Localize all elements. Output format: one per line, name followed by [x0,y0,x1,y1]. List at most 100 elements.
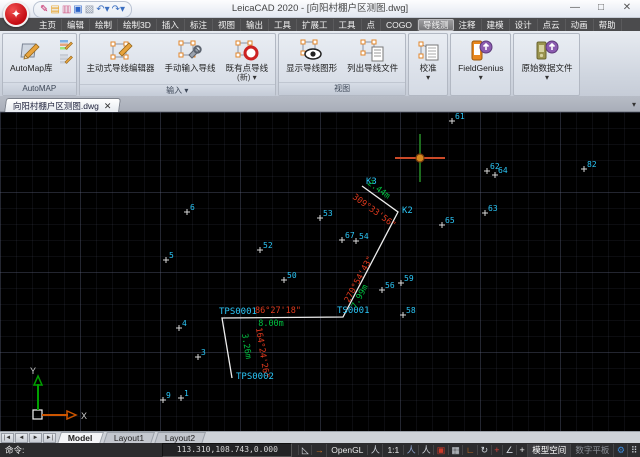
crosshair-icon[interactable]: + [516,445,527,455]
raw-data-file-button[interactable]: 原始数据文件 ▾ [517,36,576,84]
maximize-button[interactable]: □ [588,0,614,18]
close-button[interactable]: ✕ [614,0,640,18]
ucs-x-label: X [81,411,87,421]
station-label-TPS0001[interactable]: TPS0001 [219,307,257,317]
point-label-5: 5 [169,251,174,260]
existing-point-traverse-button[interactable]: 既有点导线 (新) ▾ [222,36,273,84]
point-label-65: 65 [445,216,455,225]
grip-handle-icon[interactable]: ⠿ [627,444,640,457]
traverse-document-icon [360,38,386,64]
document-tabs-menu-icon[interactable]: ▾ [632,100,636,109]
jump-arrow-icon[interactable]: → [311,445,326,455]
point-label-58: 58 [406,306,416,315]
document-tab[interactable]: 向阳村棚户区测图.dwg ✕ [4,98,121,113]
list-traverse-file-button[interactable]: 列出导线文件 [343,36,402,75]
menu-tab-16[interactable]: 设计 [510,19,538,31]
menu-tab-11[interactable]: 点 [362,19,382,31]
layout-nav-0[interactable]: |◄ [1,433,14,443]
calibrate-button[interactable]: 校准 ▾ [412,36,444,84]
automap-icon [19,38,43,64]
ribbon-panel-input: 主动式导线编辑器 手动输入导线 [79,33,277,96]
show-traverse-graphics-button[interactable]: 显示导线图形 [282,36,341,75]
app-logo-icon[interactable]: ✦ [3,1,29,27]
menu-tab-10[interactable]: 工具 [334,19,362,31]
traverse-eye-icon [299,38,325,64]
dropdown-arrow-icon: ▾ [426,73,430,82]
menu-tab-7[interactable]: 输出 [241,19,269,31]
otrack-icon[interactable]: + [491,445,502,455]
menu-tab-13[interactable]: 导线测 [418,19,454,31]
polar-icon[interactable]: ↻ [477,445,491,455]
layout-tab-layout2[interactable]: Layout2 [154,432,206,444]
menu-tab-4[interactable]: 插入 [157,19,185,31]
osnap-icon[interactable]: ▣ [433,445,448,455]
minimize-button[interactable]: — [562,0,588,18]
crosshair-cursor [395,134,445,182]
layout-tab-bar: |◄◄►►|ModelLayout1Layout2 [0,431,640,443]
active-traverse-editor-button[interactable]: 主动式导线编辑器 [83,36,159,75]
raw-data-icon [534,38,560,64]
user-star-icon[interactable]: 人 [418,445,433,455]
fieldgenius-button[interactable]: FieldGenius ▾ [454,36,507,84]
point-label-3: 3 [201,348,206,357]
dropdown-arrow-icon: ▾ [545,73,549,82]
menu-tab-0[interactable]: 主页 [34,19,62,31]
ortho-icon[interactable]: ∟ [462,445,477,455]
point-label-53: 53 [323,209,333,218]
automap-library-button[interactable]: AutoMap库 [6,36,57,75]
opengl-button[interactable]: OpenGL [326,444,367,457]
layout-tab-model[interactable]: Model [57,432,103,444]
angle-annotation-0: 86°27'18" [255,306,301,316]
angle-annotation-6: 309°33'56" [350,192,397,230]
layout-nav-2[interactable]: ► [29,433,42,443]
point-label-52: 52 [263,241,273,250]
automap-layers-icon[interactable] [59,38,73,50]
coordinates-readout: 113.310,108.743,0.000 [162,443,292,457]
layout-nav-1[interactable]: ◄ [15,433,28,443]
point-label-4: 4 [182,319,187,328]
menu-tab-8[interactable]: 工具 [269,19,297,31]
draft-triangle-icon[interactable]: ◺ [298,445,311,455]
ribbon: AutoMap库 AutoMAP [0,31,640,96]
manual-input-traverse-button[interactable]: 手动输入导线 [161,36,220,75]
walk-person-icon[interactable]: 人 [367,445,382,455]
automap-edit-icon[interactable] [59,52,73,64]
user-follow-icon[interactable]: 人 [403,445,418,455]
menu-tab-19[interactable]: 帮助 [594,19,622,31]
point-label-50: 50 [287,271,297,280]
traverse-wrench-icon [177,38,203,64]
ribbon-panel-rawdata: 原始数据文件 ▾ [513,33,580,96]
settings-gear-icon[interactable]: ⚙ [613,444,627,457]
grid-icon[interactable]: ▦ [448,445,463,455]
ucs-icon: YX [30,366,87,421]
station-label-K2[interactable]: K2 [402,206,413,216]
menu-tab-3[interactable]: 绘制3D [118,19,157,31]
window-title: LeicaCAD 2020 - [向阳村棚户区测图.dwg] [0,0,640,18]
command-prompt[interactable]: 命令: [0,444,162,456]
menu-tab-2[interactable]: 绘制 [90,19,118,31]
layout-tab-layout1[interactable]: Layout1 [103,432,155,444]
menu-tab-12[interactable]: COGO [381,19,418,31]
document-close-icon[interactable]: ✕ [104,101,112,112]
angle-icon[interactable]: ∠ [502,445,516,455]
ribbon-group-label-view[interactable]: 视图 [279,82,405,95]
menu-tab-9[interactable]: 扩展工 [297,19,334,31]
ribbon-panel-fieldgenius: FieldGenius ▾ [450,33,511,96]
menu-tab-15[interactable]: 建模 [482,19,510,31]
menu-tab-1[interactable]: 编辑 [62,19,90,31]
drawing-canvas[interactable]: TPS0002TPS0001TS0001K2K36162648263655365… [0,112,640,431]
menu-tab-5[interactable]: 标注 [185,19,213,31]
menu-tab-6[interactable]: 视图 [213,19,241,31]
digitizer-tablet-button[interactable]: 数字平板 [570,444,613,457]
point-label-61: 61 [455,112,465,121]
ribbon-group-label-automap[interactable]: AutoMAP [3,82,76,95]
menu-tab-18[interactable]: 动画 [566,19,594,31]
distance-annotation-3: 3.26m [239,333,253,360]
fieldgenius-icon [468,38,494,64]
model-space-button[interactable]: 模型空间 [527,444,570,457]
menu-tab-14[interactable]: 注释 [454,19,482,31]
layout-nav-3[interactable]: ►| [43,433,56,443]
menu-tab-17[interactable]: 点云 [538,19,566,31]
ribbon-panel-automap: AutoMap库 AutoMAP [2,33,77,96]
scale-button[interactable]: 1:1 [382,444,403,457]
